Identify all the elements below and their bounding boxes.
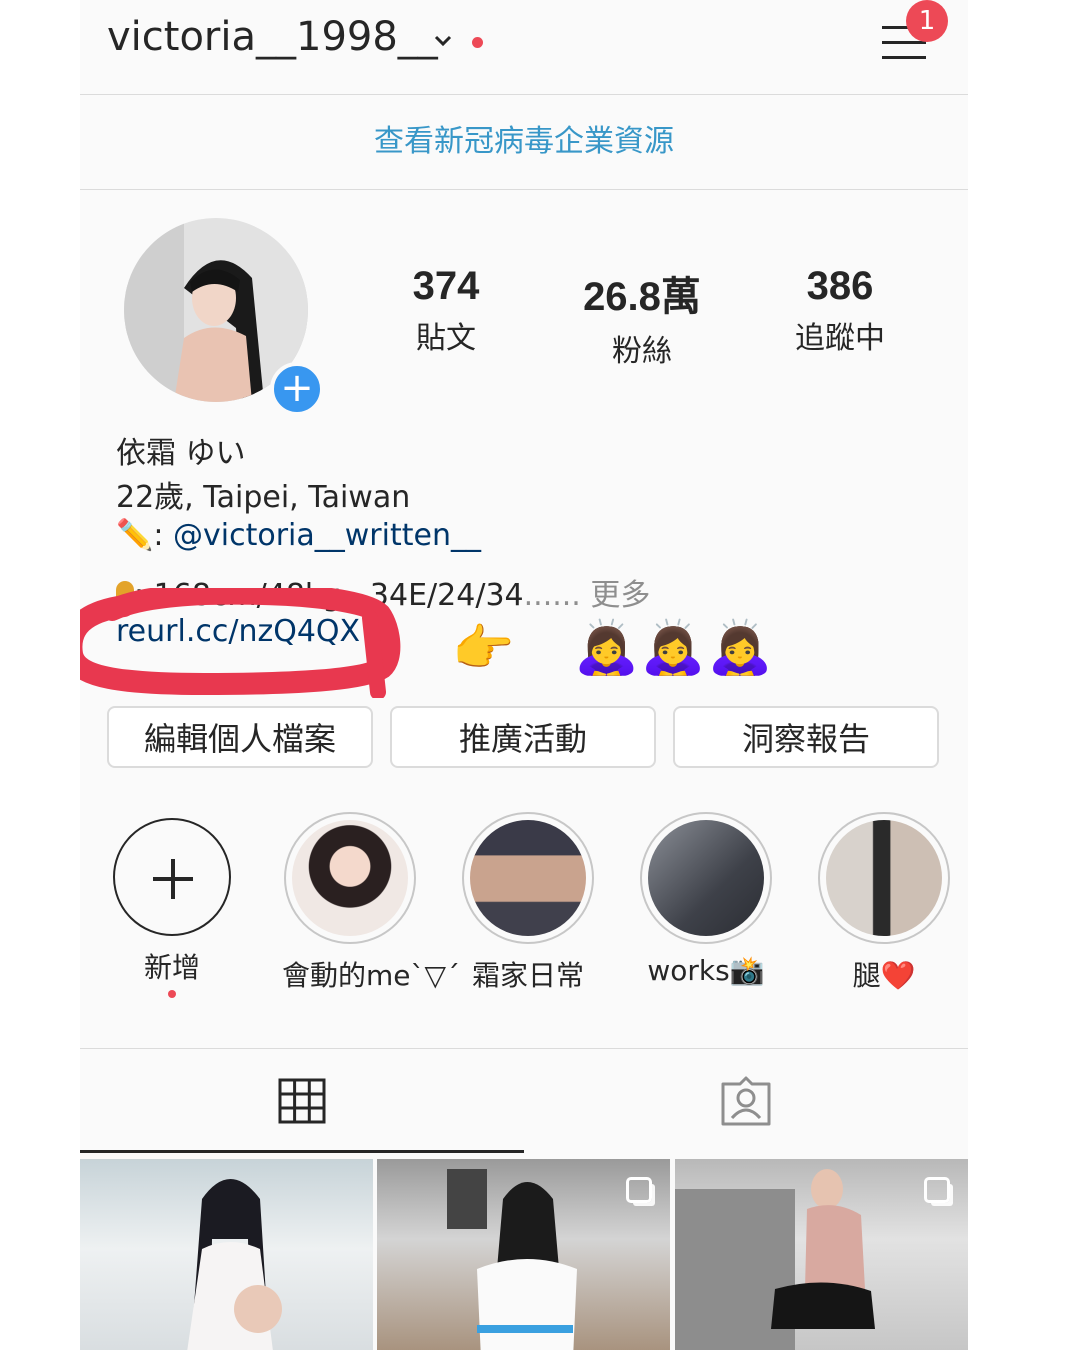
external-link-text[interactable]: reurl.cc/nzQ4QX <box>116 614 360 649</box>
more-link[interactable]: 更多 <box>590 578 650 613</box>
bio-link[interactable]: reurl.cc/nzQ4QX <box>116 614 360 649</box>
chevron-down-icon[interactable] <box>432 30 454 52</box>
profile-tabs <box>80 1048 968 1153</box>
promotions-button[interactable]: 推廣活動 <box>390 706 656 768</box>
profile-name: 依霜 ゆい <box>116 436 246 471</box>
post-image <box>187 1179 282 1350</box>
bio-line-mention: ✏️: @victoria__written__ <box>116 518 481 553</box>
stat-followers-value: 26.8萬 <box>583 275 701 319</box>
instagram-profile-screen: victoria__1998__ 1 查看新冠病毒企業資源 + 374 貼文 2… <box>80 0 968 1350</box>
highlight-new[interactable]: 新增 <box>104 812 240 998</box>
top-bar: victoria__1998__ 1 <box>80 0 968 95</box>
post-thumbnail[interactable] <box>377 1159 670 1350</box>
highlight-moving-me[interactable]: 會動的me`▽´ <box>282 812 461 994</box>
stat-following-value: 386 <box>806 264 874 308</box>
highlight-label: 會動的me`▽´ <box>282 959 461 992</box>
multiple-photos-icon <box>924 1177 950 1203</box>
notification-badge: 1 <box>906 0 948 42</box>
multiple-photos-icon <box>626 1177 652 1203</box>
covid-resources-link[interactable]: 查看新冠病毒企業資源 <box>80 95 968 190</box>
edit-profile-button[interactable]: 編輯個人檔案 <box>107 706 373 768</box>
insights-button[interactable]: 洞察報告 <box>673 706 939 768</box>
stat-posts[interactable]: 374 貼文 <box>356 264 536 357</box>
tagged-photos-icon[interactable] <box>720 1076 772 1126</box>
highlight-cover <box>826 820 942 936</box>
stat-followers-label: 粉絲 <box>612 334 672 369</box>
mention-link[interactable]: @victoria__written__ <box>173 518 481 553</box>
highlight-cover <box>292 820 408 936</box>
highlight-label: 霜家日常 <box>471 959 584 992</box>
highlight-cover <box>470 820 586 936</box>
account-username[interactable]: victoria__1998__ <box>107 14 438 60</box>
pointing-right-emoji: 👉 <box>452 619 515 677</box>
highlight-cover <box>648 820 764 936</box>
post-thumbnail[interactable] <box>675 1159 968 1350</box>
mention-prefix: : <box>153 518 174 553</box>
grid-view-icon[interactable] <box>278 1078 326 1124</box>
bowing-emojis: 🙇‍♀️🙇‍♀️🙇‍♀️ <box>574 618 775 678</box>
highlight-label: 腿❤️ <box>852 959 916 992</box>
highlight-works[interactable]: works📸 <box>638 812 774 987</box>
plus-icon <box>113 818 231 936</box>
stat-posts-value: 374 <box>412 264 480 308</box>
post-thumbnail[interactable] <box>80 1159 373 1350</box>
stat-posts-label: 貼文 <box>416 321 476 356</box>
highlight-new-dot <box>168 990 176 998</box>
highlight-legs[interactable]: 腿❤️ <box>816 812 952 994</box>
measurements-ellipsis: ...... <box>523 578 581 613</box>
stat-following[interactable]: 386 追蹤中 <box>750 264 930 357</box>
account-notification-dot <box>472 37 483 48</box>
highlight-label: works📸 <box>647 954 765 987</box>
active-tab-indicator <box>80 1150 524 1153</box>
stat-followers[interactable]: 26.8萬 粉絲 <box>552 264 732 370</box>
highlight-new-label: 新增 <box>143 951 200 984</box>
highlight-daily[interactable]: 霜家日常 <box>460 812 596 994</box>
add-story-plus-button[interactable]: + <box>270 362 324 416</box>
stat-following-label: 追蹤中 <box>795 321 885 356</box>
pencil-icon: ✏️ <box>116 518 154 553</box>
bio-line-location: 22歲, Taipei, Taiwan <box>116 480 411 515</box>
